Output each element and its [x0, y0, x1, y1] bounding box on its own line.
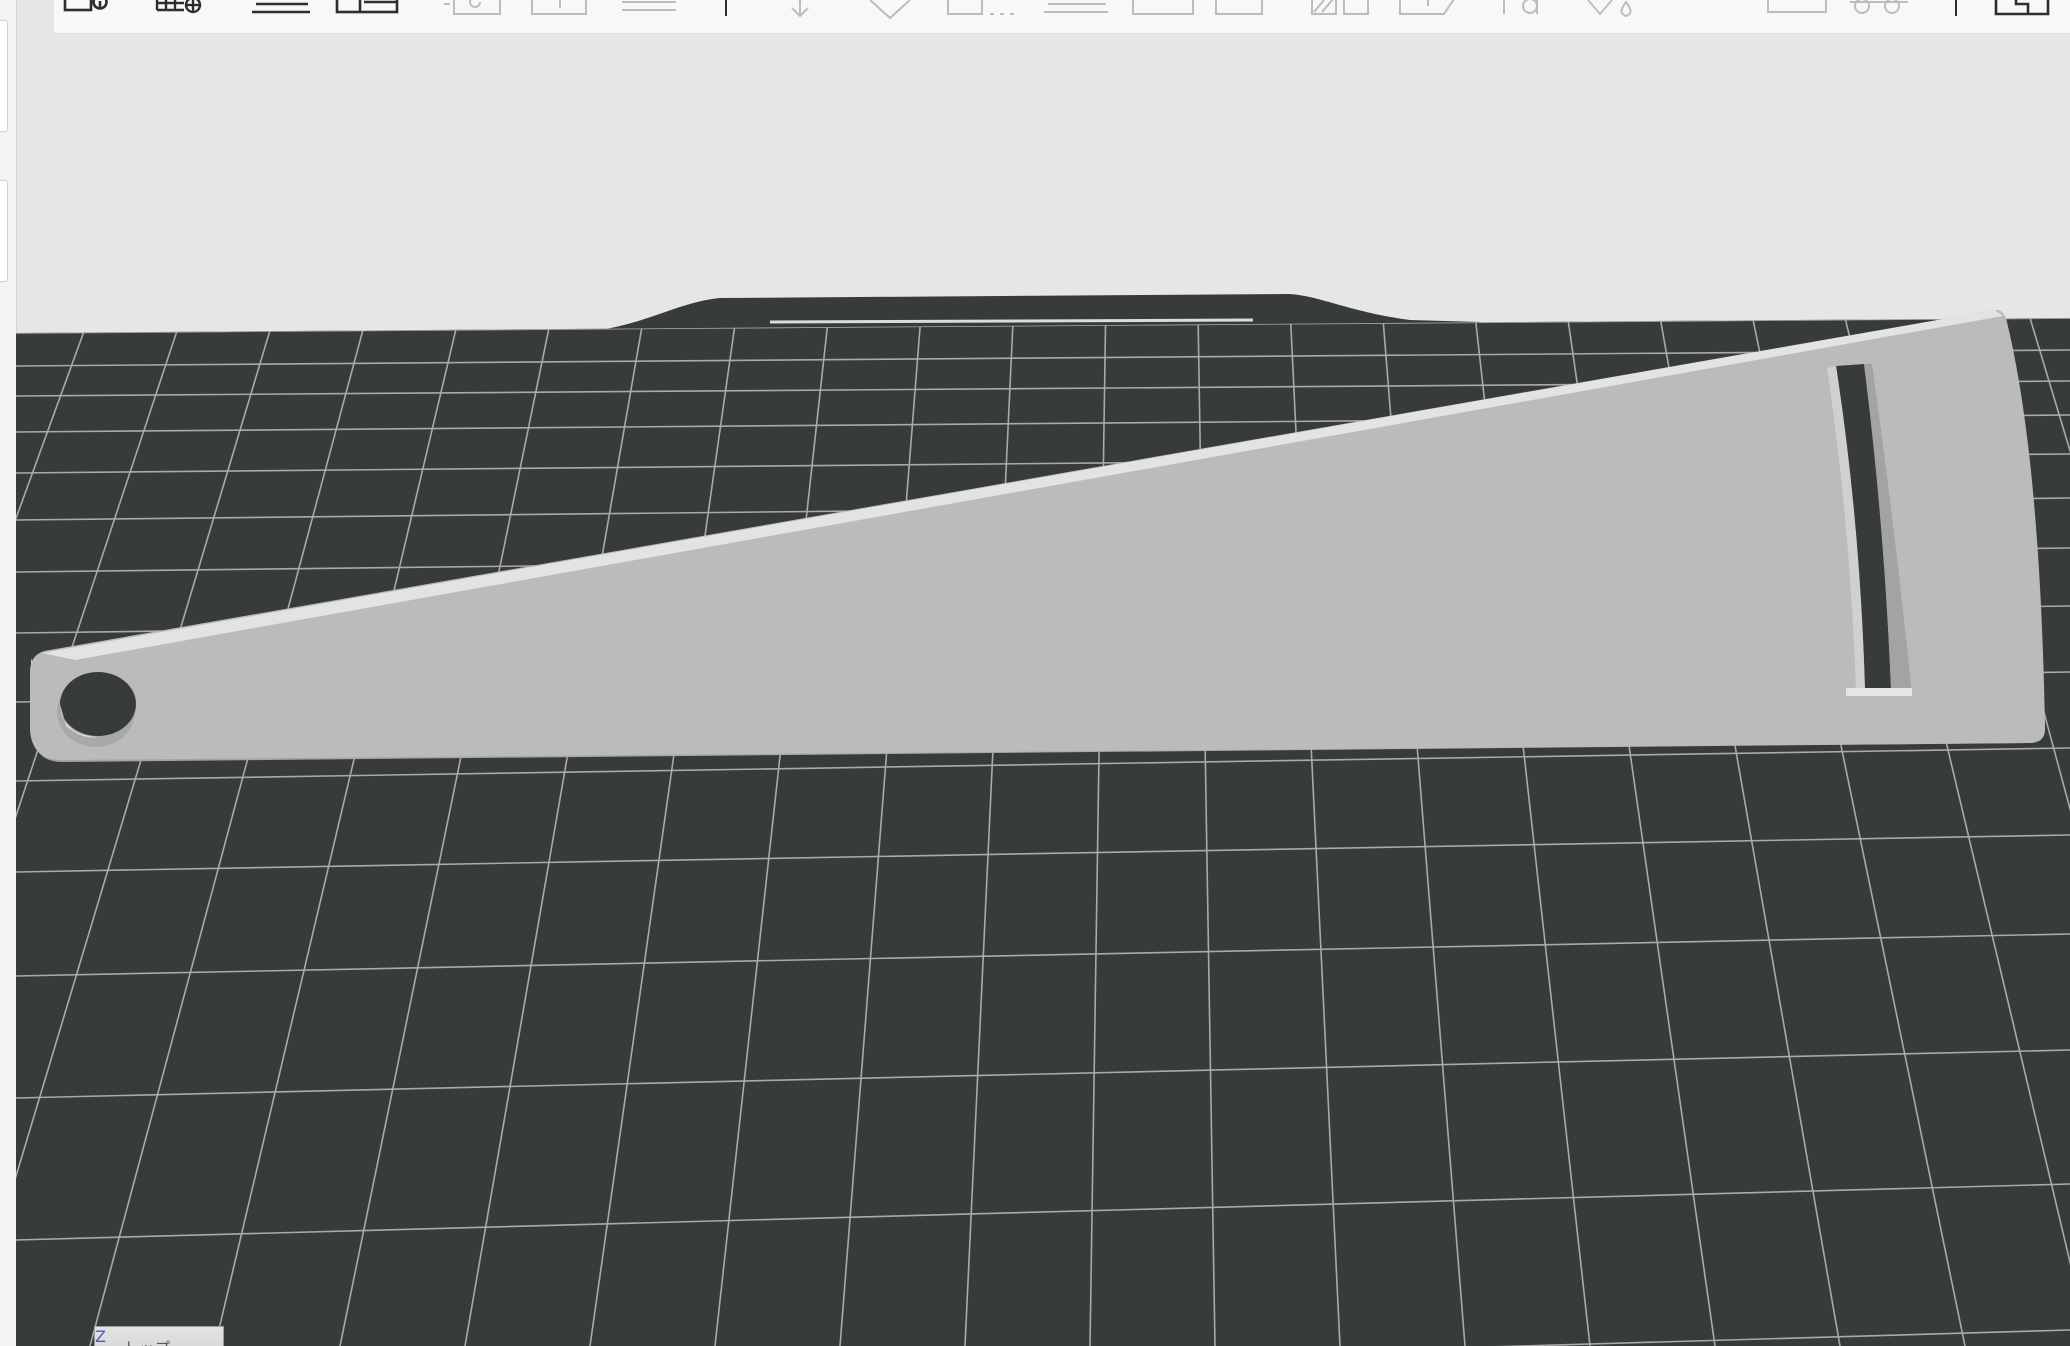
measure-icon[interactable]	[1042, 0, 1110, 16]
toolbar-separator	[724, 0, 728, 16]
seam-paint-icon[interactable]	[1310, 0, 1370, 16]
left-panel-edge[interactable]	[0, 0, 17, 1346]
assembly-view-icon[interactable]	[1766, 0, 1828, 16]
svg-emboss-icon[interactable]	[1500, 0, 1550, 16]
build-plate-slot	[769, 318, 1254, 324]
cut-icon[interactable]	[946, 0, 1016, 16]
fuzzy-paint-icon[interactable]	[1586, 0, 1638, 18]
panel-collapse-tab[interactable]	[0, 180, 8, 282]
split-parts-icon[interactable]	[1214, 0, 1264, 16]
view-navigation-cube[interactable]: Z トップ	[94, 1326, 224, 1346]
support-paint-icon[interactable]	[866, 0, 914, 20]
variable-layer-height-icon[interactable]	[1848, 0, 1912, 16]
rotate-icon[interactable]	[442, 0, 502, 16]
scale-icon[interactable]	[530, 0, 588, 16]
add-plate-icon[interactable]	[155, 0, 202, 16]
nav-cube-face-label: トップ	[123, 1337, 171, 1346]
add-object-info-icon[interactable]	[63, 0, 108, 16]
app-window: Z トップ	[0, 0, 2070, 1346]
panel-collapse-tab[interactable]	[0, 20, 8, 132]
split-objects-icon[interactable]	[1131, 0, 1195, 16]
lay-on-face-icon[interactable]	[620, 0, 678, 16]
layers-view-icon[interactable]	[1994, 0, 2050, 16]
place-on-bed-icon[interactable]	[782, 0, 818, 18]
toolbar-separator	[1954, 0, 1958, 16]
text-emboss-icon[interactable]	[1398, 0, 1458, 16]
arrange-icon[interactable]	[335, 0, 399, 16]
auto-orient-icon[interactable]	[250, 0, 312, 16]
3d-viewport[interactable]: Z トップ	[16, 34, 2070, 1346]
top-toolbar	[54, 0, 2070, 34]
z-axis-label: Z	[95, 1327, 106, 1346]
